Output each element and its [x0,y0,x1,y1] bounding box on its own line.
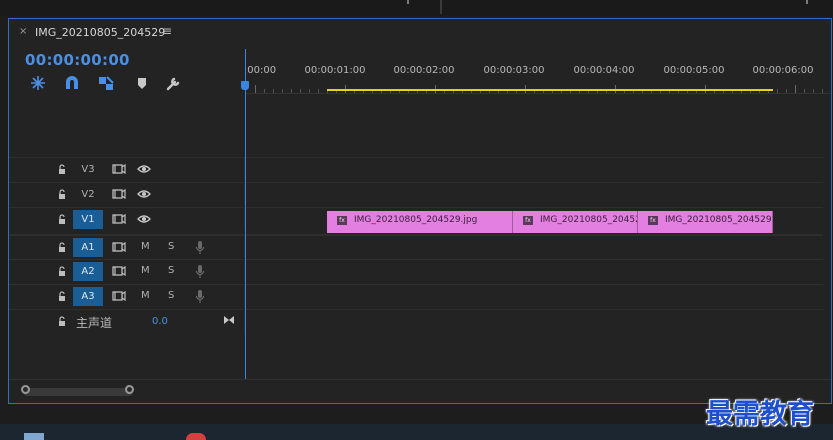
solo-button[interactable]: S [168,290,174,301]
track-header: 主声道 0.0 [9,310,245,335]
ruler-tick [255,85,256,93]
snap-icon[interactable] [29,75,47,91]
track-row-v2: V2 [9,182,823,206]
close-tab-button[interactable]: × [19,26,27,37]
solo-button[interactable]: S [168,241,174,252]
ruler-label: 00:00:03:00 [483,65,545,76]
track-row-a1: A1 M S [9,234,823,258]
track-label[interactable]: V2 [73,185,103,204]
track-label[interactable]: V3 [73,160,103,179]
taskbar-app-icon[interactable] [186,433,206,440]
track-label[interactable]: A3 [73,287,103,306]
track-label[interactable]: V1 [73,210,103,229]
playhead-handle[interactable] [241,81,249,90]
mute-button[interactable]: M [141,265,150,276]
lock-icon[interactable] [57,316,67,326]
playhead-timecode[interactable]: 00:00:00:00 [25,51,130,69]
eye-icon[interactable] [137,214,151,224]
track-header: V3 [9,158,245,181]
time-ruler[interactable]: :00:00 00:00:01:00 00:00:02:00 00:00:03:… [243,45,831,97]
work-area-bar[interactable] [327,89,773,91]
track-header: A3 M S [9,285,245,308]
clip-name: IMG_20210805_204529.jpg [354,215,478,225]
video-clip[interactable]: fx IMG_20210805_204529.j [638,211,773,233]
track-row-master: 主声道 0.0 [9,309,823,335]
sync-lock-icon[interactable] [112,213,126,225]
video-clip[interactable]: fx IMG_20210805_204529.jpg [327,211,513,233]
mute-button[interactable]: M [141,290,150,301]
lock-icon[interactable] [57,214,67,224]
ruler-label: 00:00:02:00 [393,65,455,76]
scroll-left-handle[interactable] [21,385,30,394]
track-row-a3: A3 M S [9,284,823,308]
track-header: V1 [9,208,245,231]
panel-marker [806,0,808,4]
ruler-baseline [245,93,831,94]
sync-lock-icon[interactable] [112,290,126,302]
sync-lock-icon[interactable] [112,188,126,200]
panel-menu-icon[interactable]: ≡ [162,24,172,38]
lock-icon[interactable] [57,242,67,252]
lock-icon[interactable] [57,164,67,174]
ruler-label: 00:00:05:00 [663,65,725,76]
timeline-panel: × IMG_20210805_204529 ≡ 00:00:00:00 :00:… [8,18,832,404]
fx-badge: fx [337,216,347,225]
fx-badge: fx [648,216,658,225]
playhead-line[interactable] [245,49,246,379]
scroll-right-handle[interactable] [125,385,134,394]
ruler-label: 00:00:04:00 [573,65,635,76]
track-label[interactable]: A2 [73,262,103,281]
fx-badge: fx [523,216,533,225]
clip-name: IMG_20210805_20452 [540,215,638,225]
top-panel-bar [0,0,833,16]
track-header: V2 [9,183,245,206]
sequence-title[interactable]: IMG_20210805_204529 [35,26,165,39]
track-row-v3: V3 [9,157,823,181]
sync-lock-icon[interactable] [112,265,126,277]
ruler-tick [795,85,796,93]
watermark: 最需教育 [706,399,814,430]
solo-button[interactable]: S [168,265,174,276]
sequence-tab[interactable]: × IMG_20210805_204529 ≡ [9,19,831,45]
panel-divider [440,0,442,14]
track-row-a2: A2 M S [9,259,823,283]
panel-marker [407,0,409,4]
clip-name: IMG_20210805_204529.j [665,215,773,225]
sync-lock-icon[interactable] [112,241,126,253]
master-track-label: 主声道 [76,316,113,330]
sync-lock-icon[interactable] [112,163,126,175]
track-area: V3 V2 V1 A1 M S A2 M S A3 M S 主声道 0.0 [9,97,823,379]
linked-selection-icon[interactable] [97,75,115,91]
marker-icon[interactable] [133,75,151,91]
microphone-icon[interactable] [195,264,205,279]
ruler-label: :00:00 [243,65,277,76]
track-header: A1 M S [9,236,245,258]
lock-icon[interactable] [57,291,67,301]
lock-icon[interactable] [57,189,67,199]
eye-icon[interactable] [137,164,151,174]
track-header: A2 M S [9,260,245,283]
ruler-label: 00:00:01:00 [304,65,366,76]
eye-icon[interactable] [137,189,151,199]
microphone-icon[interactable] [195,240,205,255]
master-volume-value[interactable]: 0.0 [152,316,168,327]
wrench-icon[interactable] [165,75,183,91]
track-label[interactable]: A1 [73,238,103,257]
microphone-icon[interactable] [195,289,205,304]
go-to-end-icon[interactable] [223,315,235,325]
magnet-icon[interactable] [63,75,81,91]
video-clip[interactable]: fx IMG_20210805_20452 [513,211,638,233]
ruler-label: 00:00:06:00 [752,65,814,76]
scrollbar-track[interactable] [23,388,133,396]
mute-button[interactable]: M [141,241,150,252]
lock-icon[interactable] [57,266,67,276]
taskbar-app-icon[interactable] [24,433,44,440]
